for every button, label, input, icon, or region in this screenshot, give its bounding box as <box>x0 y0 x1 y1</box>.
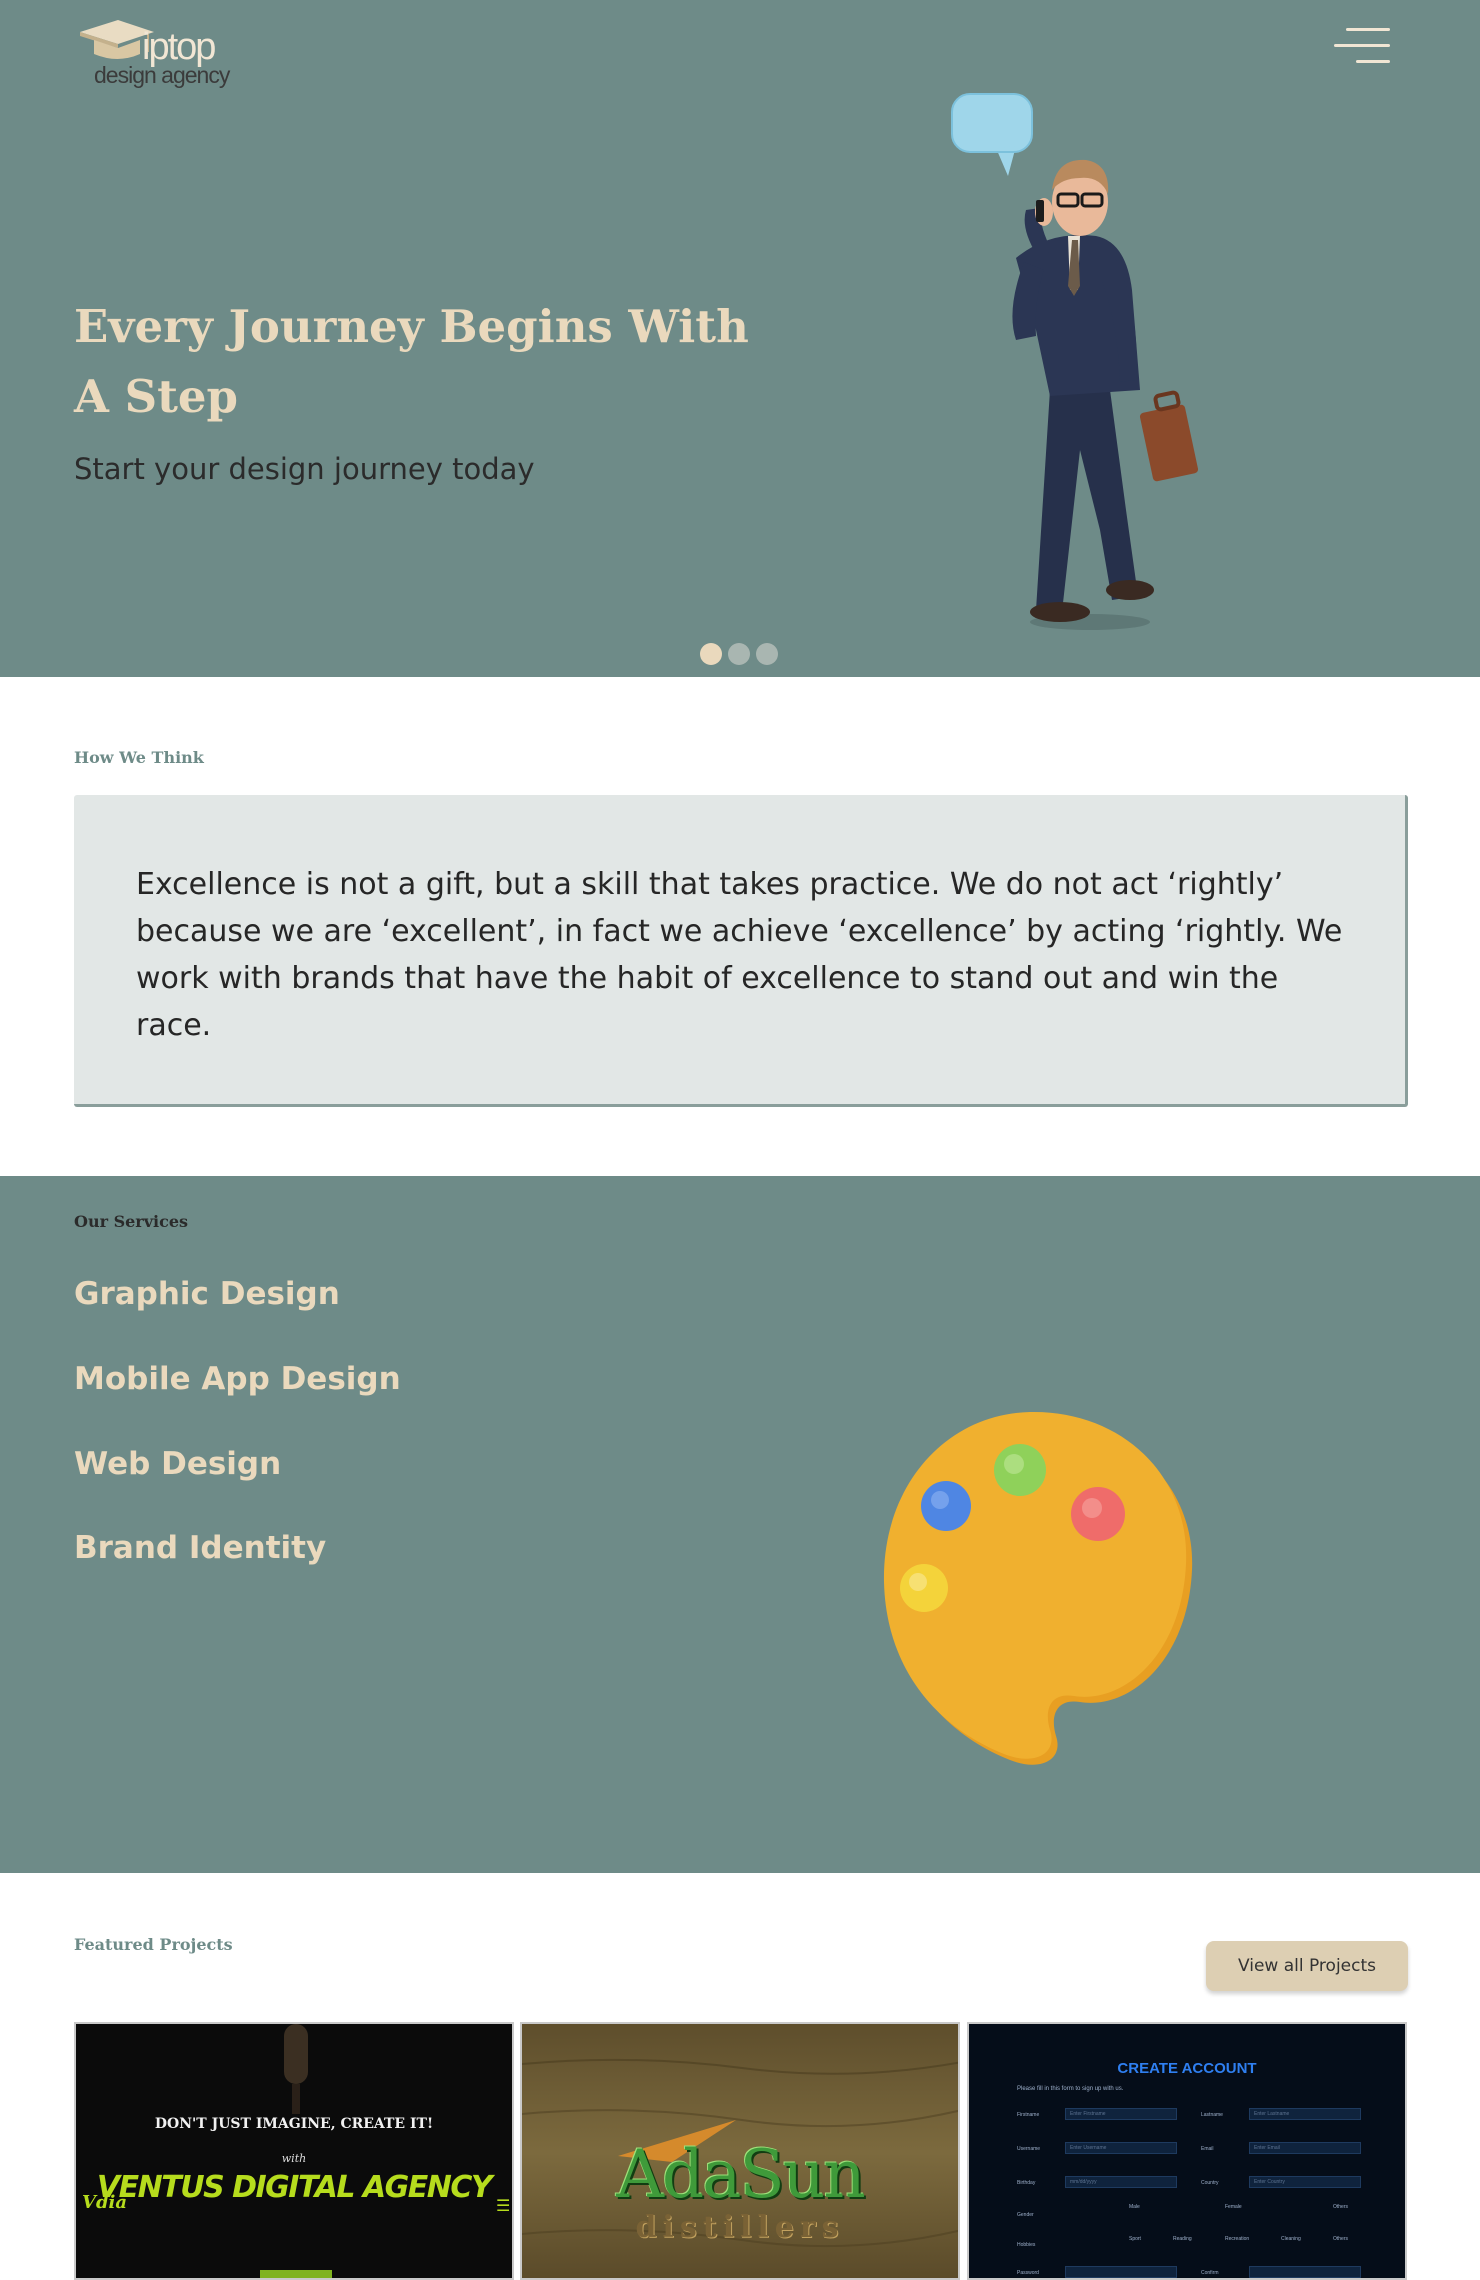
project-card-create-account[interactable]: CREATE ACCOUNT Please fill in this form … <box>967 2022 1407 2280</box>
project-menu-icon: ☰ <box>496 2198 511 2215</box>
project-form-title: CREATE ACCOUNT <box>1117 2060 1257 2077</box>
form-option: Female <box>1225 2204 1242 2210</box>
philosophy-quote: Excellence is not a gift, but a skill th… <box>136 867 1343 1043</box>
project-card-ventus[interactable]: DON'T JUST IMAGINE, CREATE IT! with VENT… <box>74 2022 514 2280</box>
form-label: Hobbies <box>1017 2242 1036 2248</box>
project-card-adasun[interactable]: AdaSun distillers <box>520 2022 960 2280</box>
form-input <box>1065 2266 1177 2278</box>
form-label: Country <box>1201 2180 1219 2186</box>
form-label: Gender <box>1017 2212 1034 2218</box>
view-all-projects-button[interactable]: View all Projects <box>1206 1941 1408 1991</box>
form-label: Password <box>1017 2270 1039 2276</box>
form-option: Male <box>1129 2204 1140 2210</box>
form-option: Recreation <box>1225 2236 1250 2242</box>
project-logo: Vdia <box>82 2192 128 2213</box>
form-label: Username <box>1017 2146 1041 2152</box>
form-label: Confirm <box>1201 2270 1219 2276</box>
service-web-design[interactable]: Web Design <box>74 1446 281 1482</box>
project-name: VENTUS DIGITAL AGENCY <box>96 2170 493 2205</box>
form-option: Reading <box>1173 2236 1192 2242</box>
service-graphic-design[interactable]: Graphic Design <box>74 1276 340 1312</box>
paint-palette-icon <box>883 1411 1193 1765</box>
project-name: AdaSun <box>616 2136 866 2213</box>
form-label: Firstname <box>1017 2112 1040 2118</box>
microphone-image <box>284 2024 308 2114</box>
project-with: with <box>281 2152 307 2165</box>
projects-grid: DON'T JUST IMAGINE, CREATE IT! with VENT… <box>74 2022 1408 2280</box>
form-input: Enter Lastname <box>1249 2108 1361 2120</box>
carousel-dot-1[interactable] <box>700 643 722 665</box>
service-mobile-app-design[interactable]: Mobile App Design <box>74 1361 401 1397</box>
philosophy-quote-card: Excellence is not a gift, but a skill th… <box>74 795 1408 1107</box>
project-headline: DON'T JUST IMAGINE, CREATE IT! <box>154 2116 434 2132</box>
logo-tagline: design agency <box>94 62 230 88</box>
form-input: Enter Email <box>1249 2142 1361 2154</box>
form-input: mm/dd/yyyy <box>1065 2176 1177 2188</box>
form-option: Cleaning <box>1281 2236 1301 2242</box>
hero-title: Every Journey Begins With A Step <box>74 300 749 423</box>
form-label: Lastname <box>1201 2112 1223 2118</box>
services-section: Our Services Graphic Design Mobile App D… <box>0 1176 1480 1873</box>
form-input <box>1249 2266 1361 2278</box>
form-option: Others <box>1333 2204 1349 2210</box>
how-we-think-label: How We Think <box>74 748 204 767</box>
project-cta-shape <box>260 2270 332 2278</box>
project-subname: distillers <box>635 2210 845 2245</box>
carousel-dot-3[interactable] <box>756 643 778 665</box>
businessman-illustration <box>951 93 1199 630</box>
form-input: Enter Firstname <box>1065 2108 1177 2120</box>
form-option: Sport <box>1129 2236 1141 2242</box>
hero-subtitle: Start your design journey today <box>74 452 535 486</box>
featured-projects-label: Featured Projects <box>74 1935 233 1954</box>
form-label: Email <box>1201 2146 1214 2152</box>
carousel-dots <box>700 643 778 665</box>
form-input: Enter Country <box>1249 2176 1361 2188</box>
form-input: Enter Username <box>1065 2142 1177 2154</box>
carousel-dot-2[interactable] <box>728 643 750 665</box>
hero-banner: iptop design agency Every Journey Begins… <box>0 0 1480 677</box>
hamburger-menu-icon[interactable] <box>1334 24 1390 72</box>
our-services-label: Our Services <box>74 1212 189 1231</box>
speech-bubble-icon <box>951 93 1033 176</box>
project-form-note: Please fill in this form to sign up with… <box>1017 2086 1124 2092</box>
site-logo[interactable]: iptop design agency <box>74 16 244 96</box>
form-option: Others <box>1333 2236 1349 2242</box>
form-label: Birthday <box>1017 2180 1036 2186</box>
service-brand-identity[interactable]: Brand Identity <box>74 1530 326 1566</box>
